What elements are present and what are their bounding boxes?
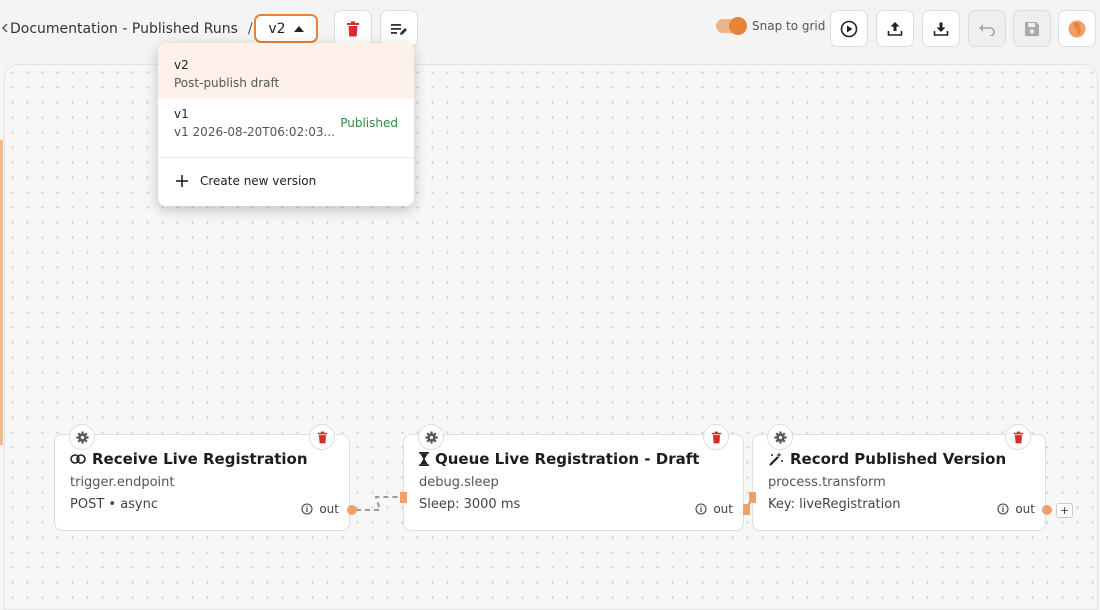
gear-icon [75,430,89,444]
node-title-text: Record Published Version [790,450,1007,468]
node-delete-button[interactable] [1005,424,1031,450]
gear-icon [424,430,438,444]
node-delete-button[interactable] [309,424,335,450]
plus-icon [176,175,188,187]
node-title: Queue Live Registration - Draft [419,450,699,468]
node-3-input-port[interactable] [749,492,756,503]
add-node-button[interactable]: + [1056,503,1073,518]
node-type: trigger.endpoint [70,475,175,490]
create-version-button[interactable]: Create new version [176,174,316,188]
node-1-output-port[interactable] [347,505,357,515]
output-label: out [1015,502,1035,516]
node-title: Record Published Version [768,450,1006,468]
node-queue-live-registration[interactable]: Queue Live Registration - Draft debug.sl… [403,424,744,531]
node-2-output-port[interactable] [743,504,750,515]
hourglass-icon [419,452,429,466]
node-2-input-port[interactable] [400,492,407,503]
create-version-label: Create new version [200,174,317,188]
node-record-published-version[interactable]: Record Published Version process.transfo… [752,424,1046,531]
output-label: out [319,502,339,516]
edge-1-2 [356,496,400,511]
node-title-text: Queue Live Registration - Draft [435,450,700,468]
node-type: debug.sleep [419,475,499,490]
output-label: out [713,502,733,516]
node-delete-button[interactable] [703,424,729,450]
node-output: out [695,502,733,516]
node-detail: Sleep: 3000 ms [419,497,521,512]
node-detail: POST • async [70,497,159,512]
trash-icon [1013,431,1023,443]
node-receive-live-registration[interactable]: Receive Live Registration trigger.endpoi… [54,424,350,531]
magic-wand-icon [769,452,783,466]
published-badge: Published [340,116,398,130]
node-detail: Key: liveRegistration [768,497,901,512]
version-dropdown: v2 Post-publish draft v1 v1 2026-08-20T0… [158,43,414,206]
link-icon [70,454,86,464]
info-icon[interactable] [997,503,1009,515]
node-settings-button[interactable] [418,424,444,450]
dropdown-divider [158,157,414,158]
node-title-text: Receive Live Registration [92,450,308,468]
node-output: out [301,502,339,516]
info-icon[interactable] [695,503,707,515]
node-title: Receive Live Registration [70,450,308,468]
version-option-v2[interactable]: v2 Post-publish draft [158,43,414,99]
version-subtitle: Post-publish draft [174,76,280,90]
node-output: out [997,502,1035,516]
node-type: process.transform [768,475,886,490]
node-3-output-port[interactable] [1042,505,1052,515]
node-settings-button[interactable] [767,424,793,450]
version-name: v2 [174,58,189,72]
gear-icon [773,430,787,444]
trash-icon [317,431,327,443]
node-settings-button[interactable] [69,424,95,450]
info-icon[interactable] [301,503,313,515]
trash-icon [711,431,721,443]
